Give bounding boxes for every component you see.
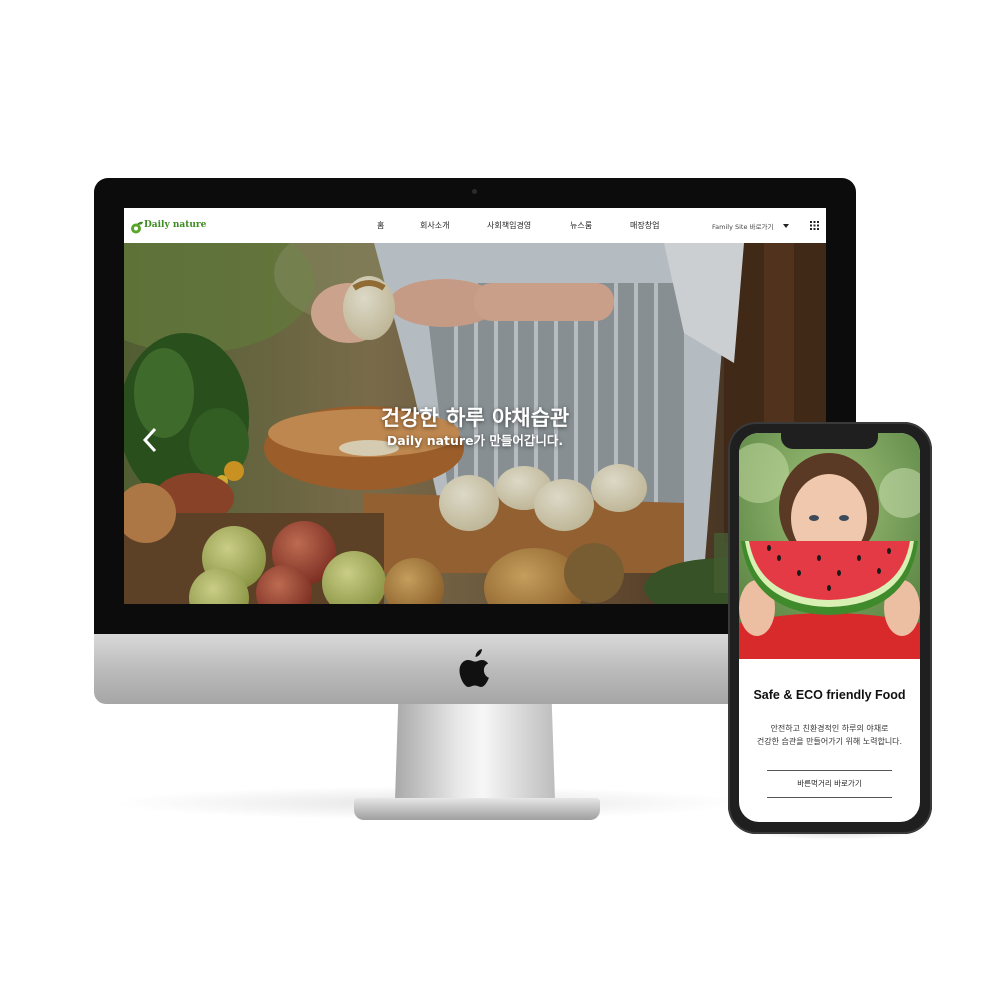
imac-stand-foot	[354, 798, 600, 820]
mobile-description-line-1: 안전하고 친환경적인 하루의 야채로	[770, 724, 889, 733]
imac-stand-neck	[395, 704, 555, 800]
site-logo[interactable]: Daily nature	[144, 220, 206, 230]
watermelon-photo	[739, 433, 920, 659]
hero-title: 건강한 하루 야채습관	[380, 406, 570, 430]
caret-down-icon[interactable]	[783, 224, 789, 228]
leaf-logo-icon	[130, 219, 143, 234]
nav-newsroom[interactable]: 뉴스룸	[570, 220, 592, 231]
hero-subtitle: Daily nature가 만들어갑니다.	[386, 433, 564, 448]
nav-home[interactable]: 홈	[377, 220, 384, 231]
healthy-food-link-button[interactable]: 바른먹거리 바로가기	[767, 770, 892, 798]
phone-screen: Safe & ECO friendly Food 안전하고 친환경적인 하루의 …	[739, 433, 920, 822]
chevron-left-icon[interactable]	[142, 426, 158, 454]
imac-screen: Daily nature 홈 회사소개 사회책임경영 뉴스룸 매장창업 Fami…	[124, 208, 826, 604]
phone-notch	[781, 433, 878, 449]
nav-social-responsibility[interactable]: 사회책임경영	[487, 220, 531, 231]
camera-icon	[472, 189, 477, 194]
apple-logo-icon	[458, 646, 492, 688]
mobile-description-line-2: 건강한 습관을 만들어가기 위해 노력합니다.	[756, 737, 903, 746]
mobile-heading: Safe & ECO friendly Food	[753, 688, 906, 702]
nav-company[interactable]: 회사소개	[420, 220, 449, 231]
grid-menu-icon[interactable]	[810, 221, 819, 230]
family-site-select[interactable]: Family Site 바로가기	[712, 221, 773, 231]
nav-franchise[interactable]: 매장창업	[630, 220, 659, 231]
